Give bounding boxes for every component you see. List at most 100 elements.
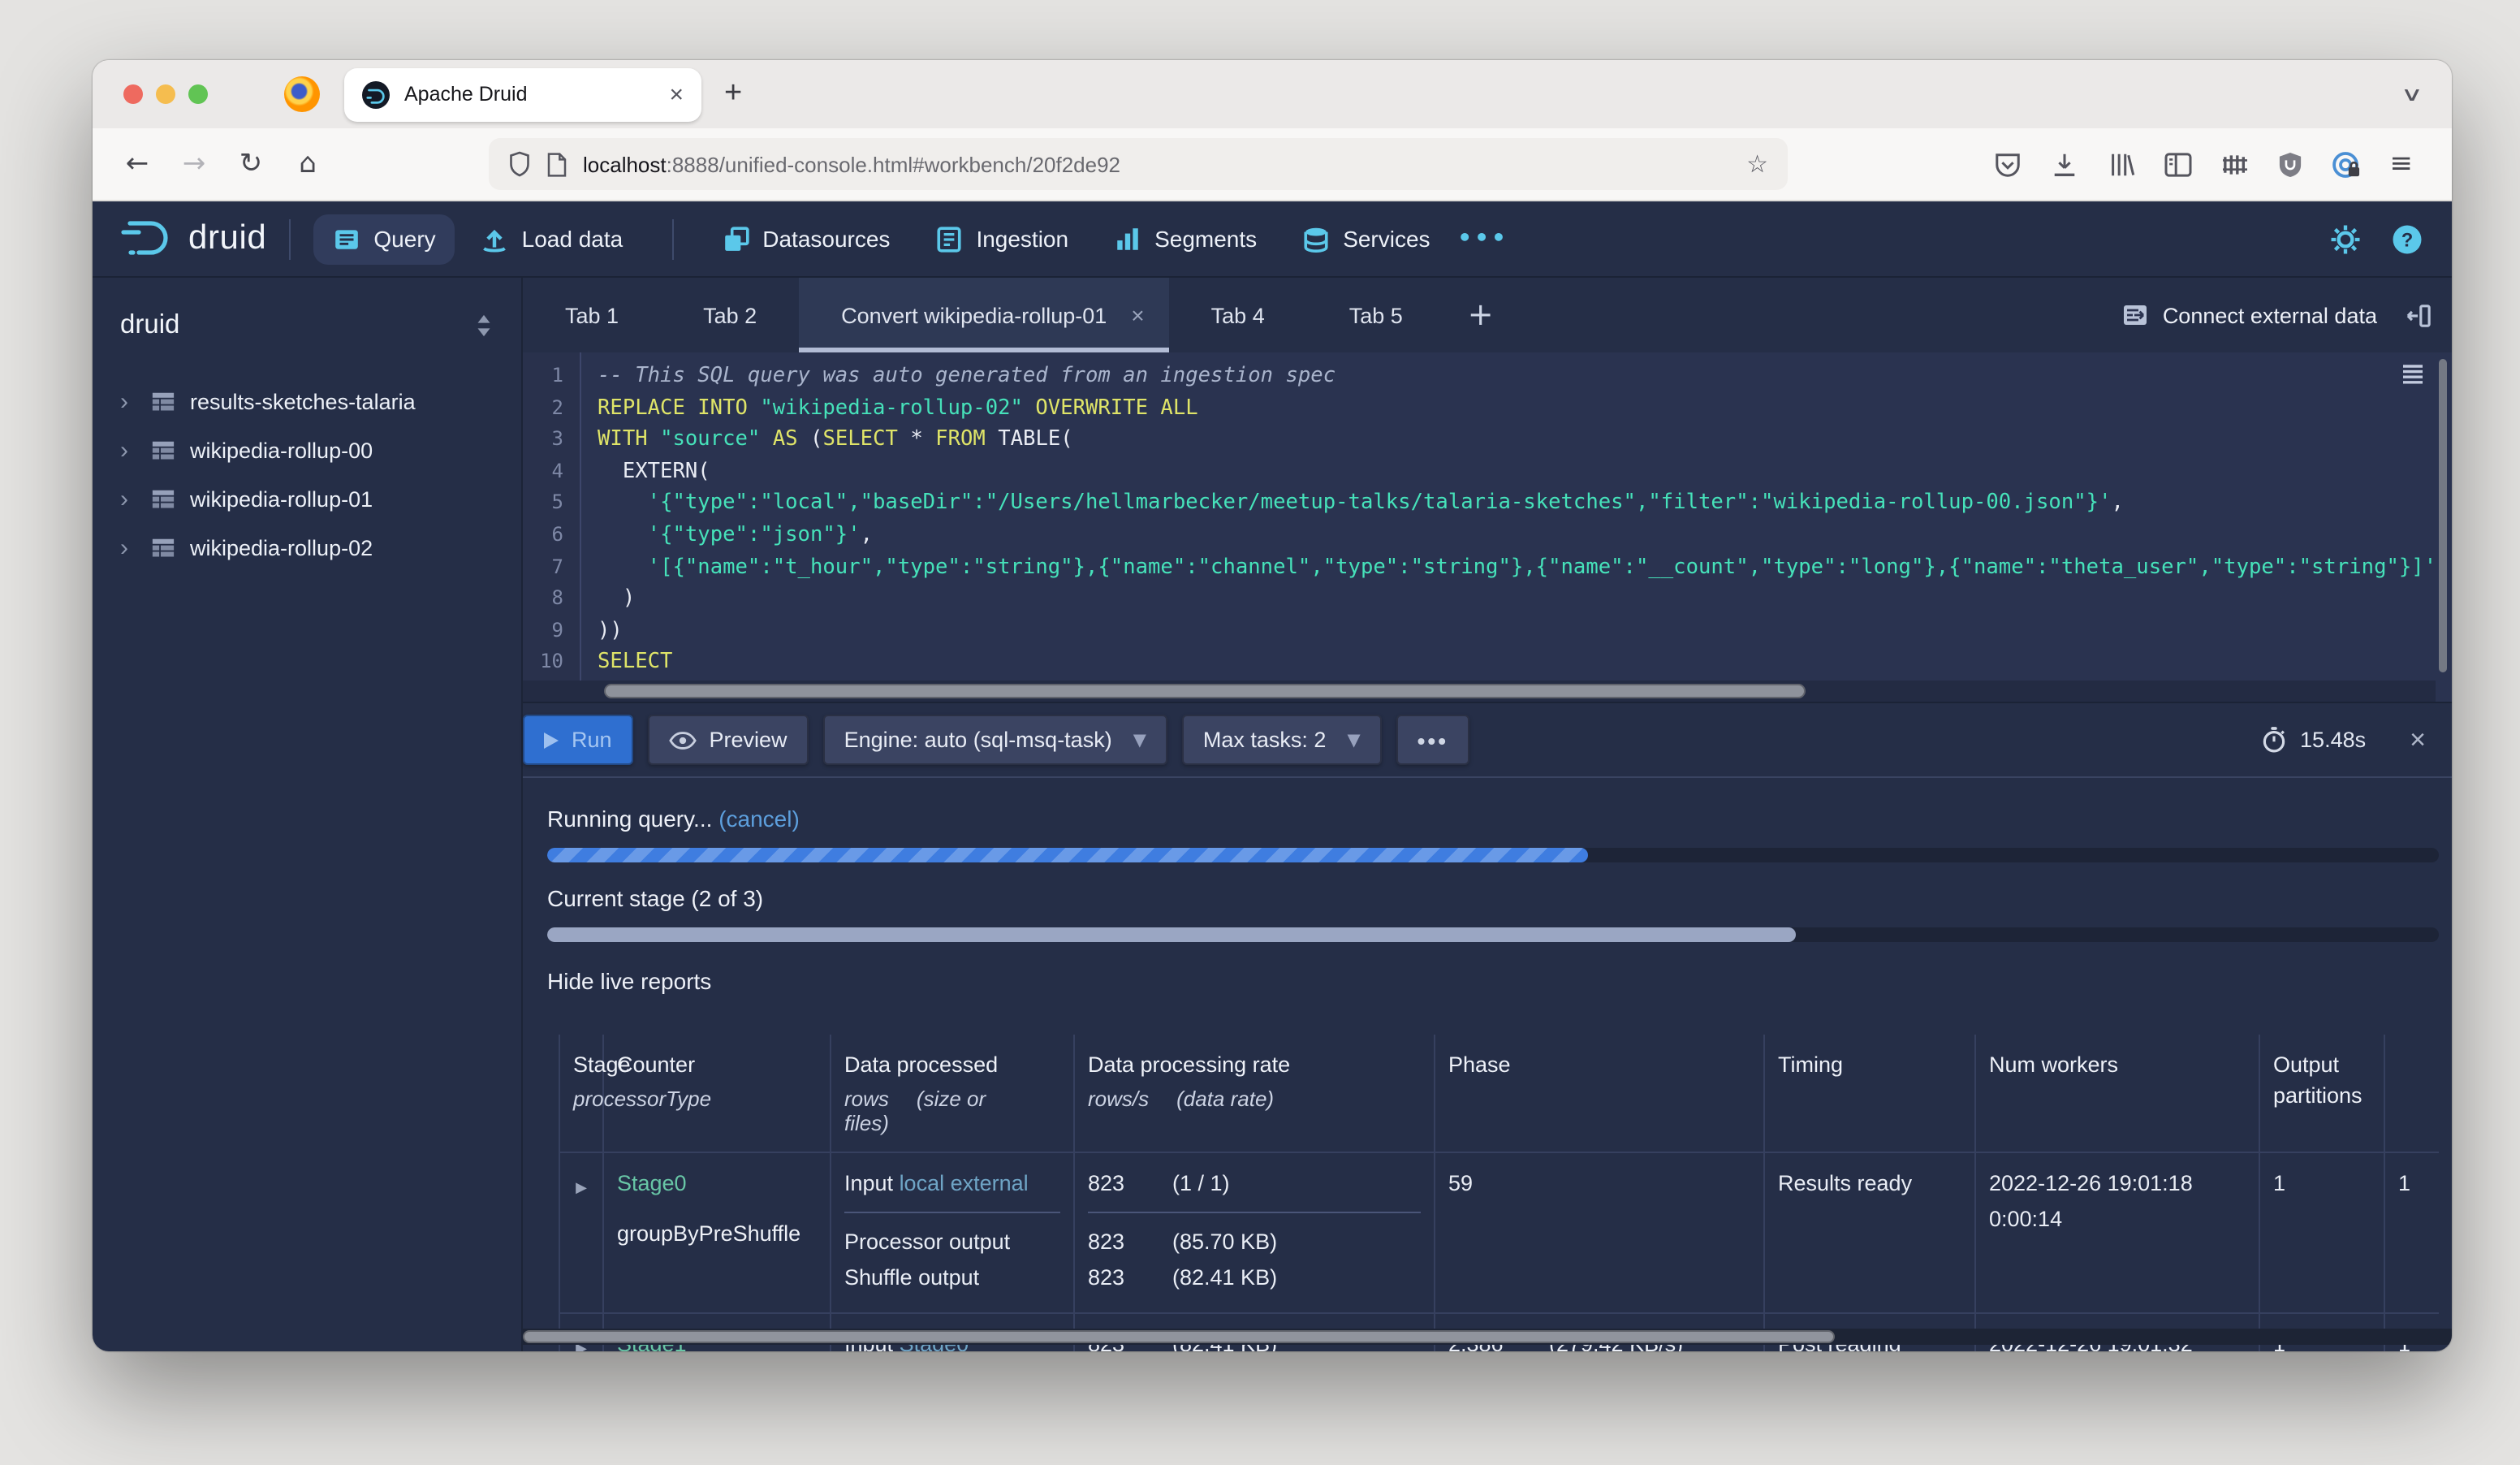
shield-icon[interactable] [508,151,531,177]
timer-value: 15.48s [2300,728,2366,752]
schema-panel: druid ›results-sketches-talaria›wikipedi… [93,278,521,1351]
collapse-panel-button[interactable] [2405,303,2432,327]
sort-icon[interactable] [468,310,498,341]
sidebar-button[interactable] [2164,152,2192,176]
counter-cell: Input local externalProcessor outputShuf… [831,1153,1075,1312]
stage-cell: Stage0groupByPreShuffle [604,1153,831,1312]
new-browser-tab-button[interactable]: + [724,76,742,112]
run-button[interactable]: Run [523,715,633,765]
nav-item-load-data[interactable]: Load data [462,214,643,264]
nav-item-segments[interactable]: Segments [1094,214,1276,264]
browser-toolbar: ← → ↻ ⌂ localhost:8888/unified-console.h… [93,128,2452,201]
connect-external-icon [2122,302,2148,328]
line-number: 7 [523,551,580,583]
engine-select-label: Engine: auto (sql-msq-task) [844,728,1112,752]
app-menu-button[interactable]: ≡ [2390,150,2414,178]
more-options-button[interactable]: ••• [1396,715,1469,765]
pocket-button[interactable] [1994,150,2022,178]
column-header-data-processed: Data processedrows(size or files) [831,1035,1075,1152]
preview-button-label: Preview [710,728,788,752]
cancel-link[interactable]: (cancel) [718,806,800,832]
back-button[interactable]: ← [109,148,166,180]
code-line: '{"type":"local","baseDir":"/Users/hellm… [598,488,2452,520]
editor-vertical-scrollbar[interactable] [2439,359,2447,672]
column-title: Phase [1448,1049,1750,1080]
nav-item-label: Query [373,226,435,252]
reload-button[interactable]: ↻ [222,148,279,180]
sql-editor[interactable]: 1234567891011 -- This SQL query was auto… [523,352,2452,703]
schema-title: druid [120,310,179,341]
query-tab-tab-4[interactable]: Tab 4 [1169,278,1307,352]
ellipsis-icon: ••• [1418,727,1448,753]
query-tab-tab-5[interactable]: Tab 5 [1307,278,1445,352]
close-window-button[interactable] [123,84,143,104]
caret-down-icon: ▼ [1347,730,1360,750]
new-query-tab-button[interactable]: + [1468,297,1494,333]
zoom-window-button[interactable] [188,84,208,104]
run-bar: Run Preview Engine: auto (sql-msq-task) … [523,703,2452,776]
close-results-icon[interactable]: × [2410,724,2426,756]
browser-tab-title: Apache Druid [404,83,654,106]
engine-select[interactable]: Engine: auto (sql-msq-task) ▼ [823,715,1167,765]
datasources-icon [722,225,749,253]
overall-progress-fill [547,848,1588,862]
preview-button[interactable]: Preview [648,715,809,765]
stage-name[interactable]: Stage0 [617,1166,817,1202]
forward-button[interactable]: → [166,148,222,180]
expand-row-button[interactable]: ▶ [559,1153,604,1312]
table-icon [151,389,175,413]
column-header-data-processing-rate: Data processing raterows/s(data rate) [1075,1035,1435,1152]
nav-item-datasources[interactable]: Datasources [702,214,909,264]
nav-item-label: Segments [1154,226,1257,252]
nav-item-query[interactable]: Query [313,214,455,264]
counter-value: 823(1 / 1) [1088,1166,1421,1213]
nav-more-button[interactable]: ••• [1456,215,1510,262]
code-line: -- This SQL query was auto generated fro… [598,361,2452,392]
bookmark-star-icon[interactable]: ☆ [1746,149,1768,179]
browser-action-icons: ≡ [1994,150,2414,178]
gear-icon[interactable] [2330,223,2361,254]
expand-triangle-icon: ▶ [576,1181,587,1197]
ublock-button[interactable] [2278,150,2302,178]
chevron-right-icon: › [120,436,136,464]
query-tab-tab-1[interactable]: Tab 1 [523,278,661,352]
line-number: 3 [523,424,580,456]
line-number: 1 [523,361,580,392]
editor-menu-icon[interactable] [2401,364,2424,385]
counter-link[interactable]: local external [900,1171,1029,1195]
nav-item-ingestion[interactable]: Ingestion [916,214,1088,264]
query-tab-tab-2[interactable]: Tab 2 [661,278,799,352]
hide-live-reports-link[interactable]: Hide live reports [547,968,2439,994]
editor-code: -- This SQL query was auto generated fro… [581,352,2452,702]
close-browser-tab-icon[interactable]: × [669,80,684,108]
report-horizontal-scrollbar[interactable] [523,1330,1835,1343]
help-icon[interactable]: ? [2392,223,2423,254]
connect-external-data-button[interactable]: Connect external data [2122,302,2377,328]
column-title: Data processed [844,1049,1060,1080]
library-button[interactable] [2108,150,2135,178]
editor-horizontal-scrollbar[interactable] [604,684,1806,698]
download-button[interactable] [2051,150,2078,178]
url-bar[interactable]: localhost:8888/unified-console.html#work… [489,138,1788,190]
nav-item-services[interactable]: Services [1283,214,1449,264]
query-tab-convert-wikipedia-rollup-01[interactable]: Convert wikipedia-rollup-01× [799,278,1169,352]
max-tasks-select[interactable]: Max tasks: 2 ▼ [1182,715,1382,765]
minimize-window-button[interactable] [156,84,175,104]
tree-item-results-sketches-talaria[interactable]: ›results-sketches-talaria [120,377,498,426]
stage-progress-fill [547,927,1796,942]
tree-item-wikipedia-rollup-02[interactable]: ›wikipedia-rollup-02 [120,523,498,572]
close-tab-icon[interactable]: × [1131,302,1144,328]
home-button[interactable]: ⌂ [279,148,336,180]
tab-list-chevron-icon[interactable]: ∨ [2401,83,2423,106]
query-tab-label: Tab 4 [1211,303,1265,327]
tree-item-wikipedia-rollup-00[interactable]: ›wikipedia-rollup-00 [120,426,498,474]
extensions-button[interactable] [2221,152,2249,176]
page-info-icon[interactable] [547,152,567,176]
caret-down-icon: ▼ [1133,730,1146,750]
extensions-icon [2221,152,2249,176]
onepassword-button[interactable] [2332,150,2361,178]
table-icon [151,438,175,462]
tree-item-wikipedia-rollup-01[interactable]: ›wikipedia-rollup-01 [120,474,498,523]
counter-label: Input local external [844,1166,1060,1213]
browser-tab[interactable]: Apache Druid × [344,67,701,121]
